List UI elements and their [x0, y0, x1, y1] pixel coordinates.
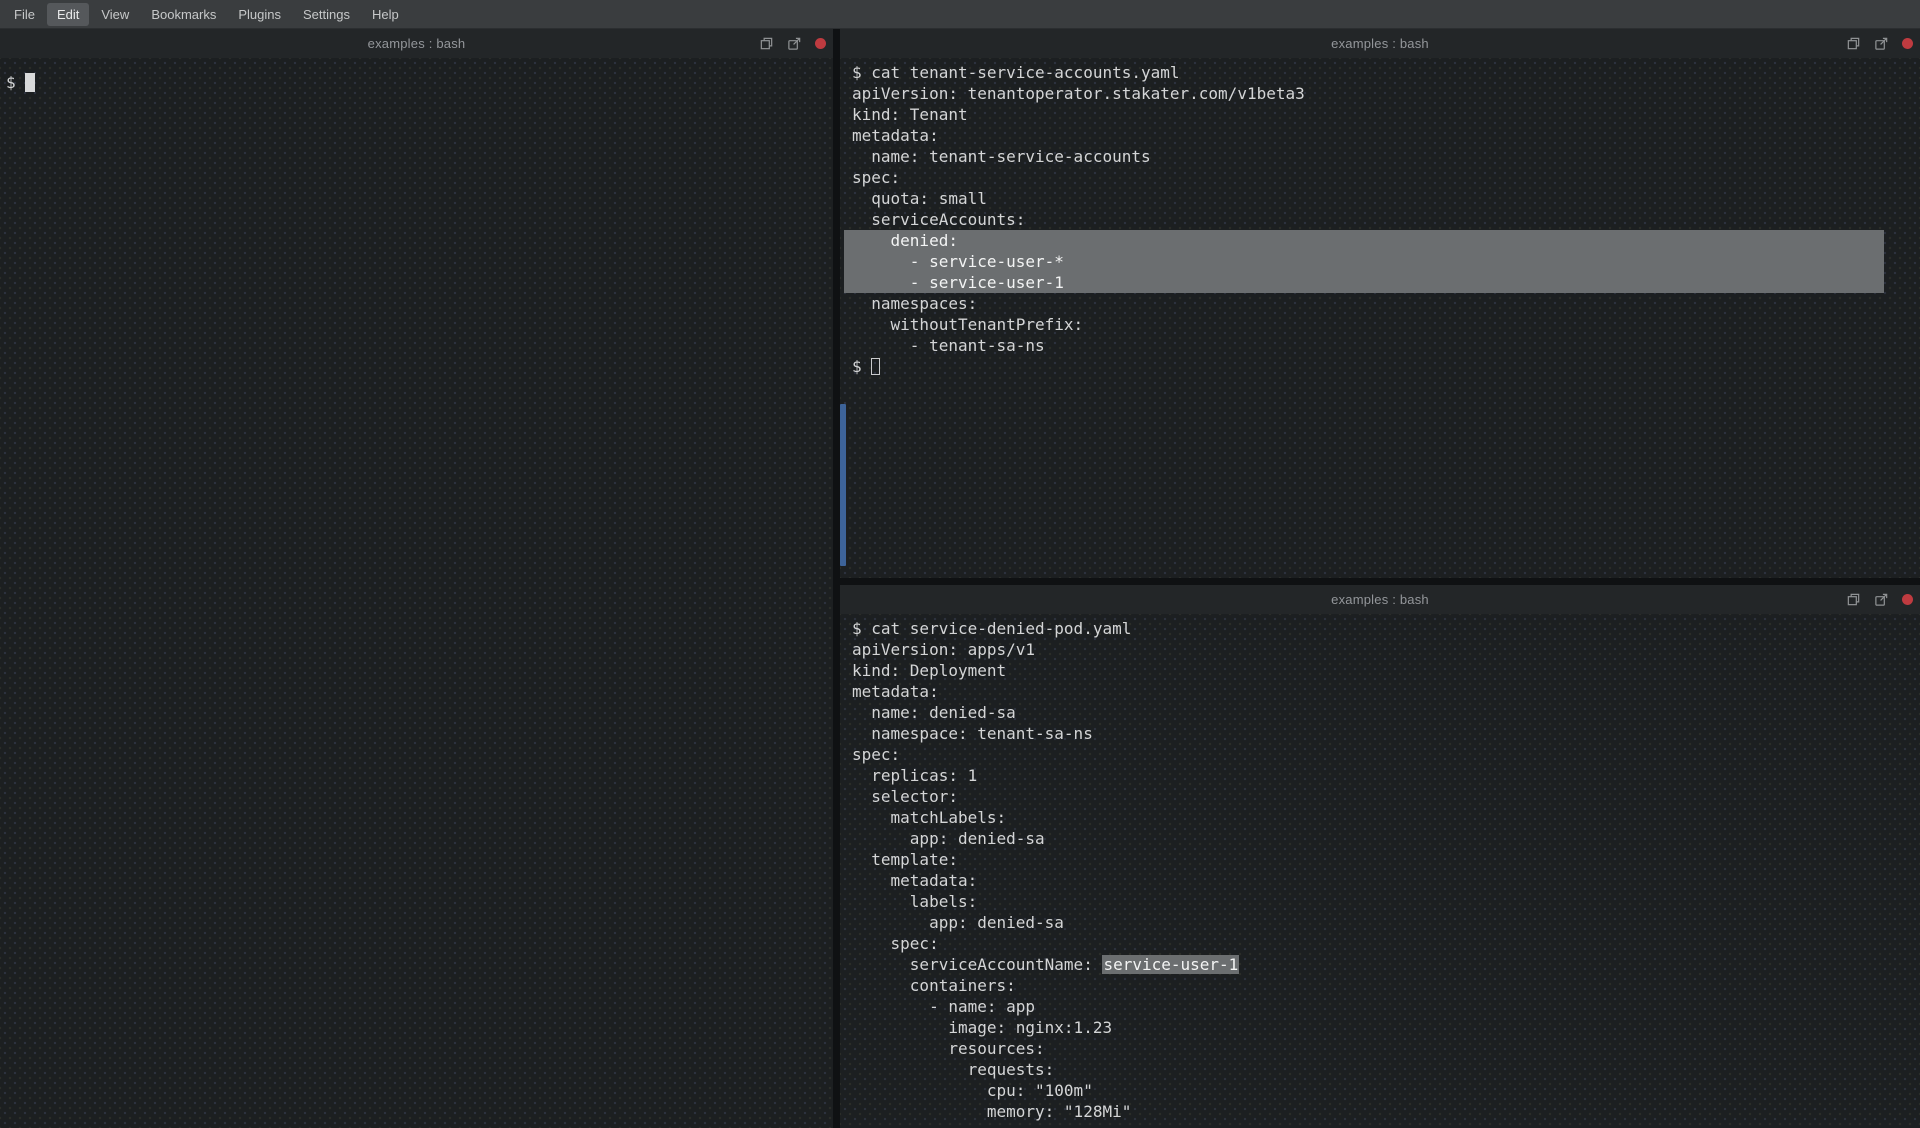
maximize-view-icon[interactable]	[1846, 36, 1861, 51]
terminal-line: metadata:	[852, 870, 1920, 891]
right-column: examples : bash $ cat tenant-service-acc…	[840, 29, 1920, 1128]
terminal-window: File Edit View Bookmarks Plugins Setting…	[0, 0, 1920, 1128]
terminal-line: apiVersion: tenantoperator.stakater.com/…	[852, 83, 1920, 104]
menu-help[interactable]: Help	[362, 3, 409, 26]
terminal-line: cpu: "100m"	[852, 1080, 1920, 1101]
terminal-line: name: denied-sa	[852, 702, 1920, 723]
scrollbar-thumb[interactable]	[840, 404, 846, 566]
terminal-prompt-line: $	[852, 356, 1920, 377]
terminal-line: app: denied-sa	[852, 912, 1920, 933]
terminal-line: requests:	[852, 1059, 1920, 1080]
bottom-right-pane-controls	[1846, 585, 1913, 614]
menu-view[interactable]: View	[91, 3, 139, 26]
menu-bookmarks[interactable]: Bookmarks	[141, 3, 226, 26]
block-cursor	[25, 73, 35, 92]
terminal-prompt-line: $	[6, 72, 833, 93]
terminal-line: metadata:	[852, 681, 1920, 702]
terminal-line: matchLabels:	[852, 807, 1920, 828]
terminal-line: apiVersion: apps/v1	[852, 639, 1920, 660]
close-view-button[interactable]	[1902, 38, 1913, 49]
shell-prompt: $	[852, 357, 871, 376]
menu-settings[interactable]: Settings	[293, 3, 360, 26]
top-right-pane-title: examples : bash	[1331, 36, 1429, 51]
terminal-line: template:	[852, 849, 1920, 870]
menu-edit[interactable]: Edit	[47, 3, 89, 26]
detach-view-icon[interactable]	[787, 36, 802, 51]
yaml-key: serviceAccountName:	[852, 955, 1102, 974]
terminal-pane-top-right: examples : bash $ cat tenant-service-acc…	[840, 29, 1920, 578]
left-terminal[interactable]: $	[0, 58, 833, 1128]
bottom-right-pane-header: examples : bash	[840, 585, 1920, 614]
pane-divider-horizontal[interactable]	[840, 578, 1920, 585]
left-pane-controls	[759, 29, 826, 58]
terminal-line: namespaces:	[852, 293, 1920, 314]
terminal-line: replicas: 1	[852, 765, 1920, 786]
menu-plugins[interactable]: Plugins	[228, 3, 291, 26]
terminal-line: kind: Tenant	[852, 104, 1920, 125]
service-account-value-highlight: service-user-1	[1102, 955, 1239, 974]
terminal-line: resources:	[852, 1038, 1920, 1059]
top-right-pane-header: examples : bash	[840, 29, 1920, 58]
terminal-line: labels:	[852, 891, 1920, 912]
bottom-right-terminal[interactable]: $ cat service-denied-pod.yaml apiVersion…	[840, 614, 1920, 1128]
terminal-line-selected: denied:	[844, 230, 1884, 251]
terminal-line: selector:	[852, 786, 1920, 807]
top-right-pane-controls	[1846, 29, 1913, 58]
shell-prompt: $	[6, 73, 25, 92]
left-pane-header: examples : bash	[0, 29, 833, 58]
terminal-line: memory: "128Mi"	[852, 1101, 1920, 1122]
top-right-terminal[interactable]: $ cat tenant-service-accounts.yaml apiVe…	[840, 58, 1920, 578]
terminal-line: serviceAccounts:	[852, 209, 1920, 230]
terminal-line: spec:	[852, 167, 1920, 188]
terminal-line: containers:	[852, 975, 1920, 996]
detach-view-icon[interactable]	[1874, 592, 1889, 607]
terminal-line-selected: - service-user-1	[844, 272, 1884, 293]
terminal-line: $ cat service-denied-pod.yaml	[852, 618, 1920, 639]
terminal-line: $ cat tenant-service-accounts.yaml	[852, 62, 1920, 83]
terminal-pane-left: examples : bash $	[0, 29, 833, 1128]
menu-file[interactable]: File	[4, 3, 45, 26]
hollow-cursor	[871, 358, 880, 375]
left-pane-title: examples : bash	[368, 36, 466, 51]
terminal-line: spec:	[852, 744, 1920, 765]
terminal-line: quota: small	[852, 188, 1920, 209]
terminal-line: spec:	[852, 933, 1920, 954]
terminal-line: kind: Deployment	[852, 660, 1920, 681]
split-workspace: examples : bash $ ex	[0, 29, 1920, 1128]
terminal-line-service-account: serviceAccountName: service-user-1	[852, 954, 1920, 975]
terminal-line-selected: - service-user-*	[844, 251, 1884, 272]
terminal-line: app: denied-sa	[852, 828, 1920, 849]
maximize-view-icon[interactable]	[759, 36, 774, 51]
detach-view-icon[interactable]	[1874, 36, 1889, 51]
bottom-right-pane-title: examples : bash	[1331, 592, 1429, 607]
terminal-line: namespace: tenant-sa-ns	[852, 723, 1920, 744]
terminal-line: name: tenant-service-accounts	[852, 146, 1920, 167]
terminal-pane-bottom-right: examples : bash $ cat service-denied-pod…	[840, 585, 1920, 1128]
menu-bar: File Edit View Bookmarks Plugins Setting…	[0, 0, 1920, 29]
pane-divider-vertical[interactable]	[833, 29, 840, 1128]
terminal-line: withoutTenantPrefix:	[852, 314, 1920, 335]
close-view-button[interactable]	[815, 38, 826, 49]
terminal-line: - tenant-sa-ns	[852, 335, 1920, 356]
terminal-line: image: nginx:1.23	[852, 1017, 1920, 1038]
close-view-button[interactable]	[1902, 594, 1913, 605]
terminal-line: - name: app	[852, 996, 1920, 1017]
maximize-view-icon[interactable]	[1846, 592, 1861, 607]
terminal-line: metadata:	[852, 125, 1920, 146]
